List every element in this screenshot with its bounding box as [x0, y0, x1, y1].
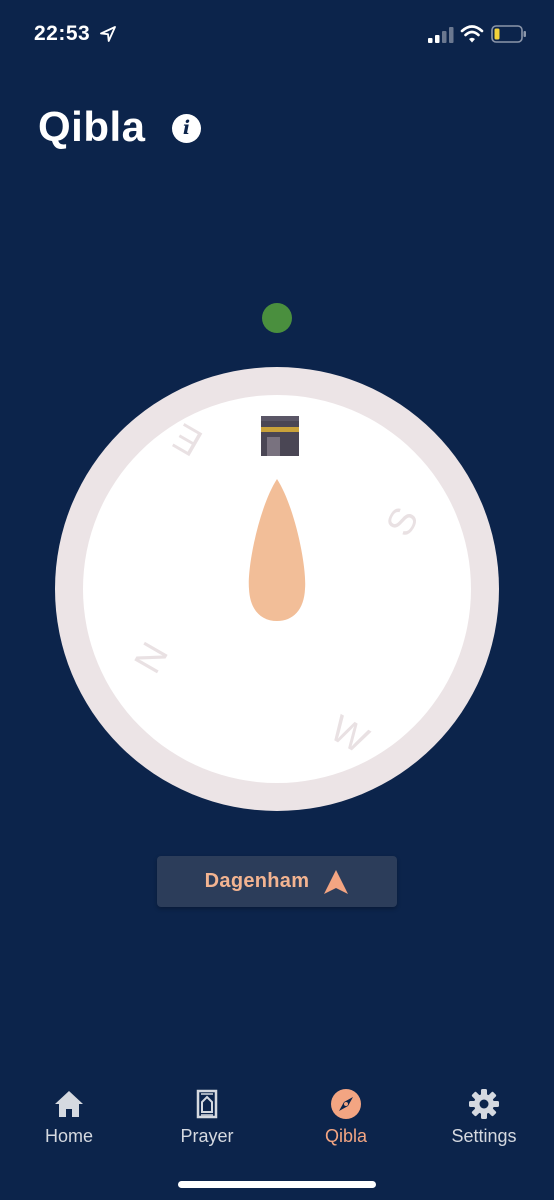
- compass-east-label: E: [167, 414, 210, 463]
- page-title: Qibla: [38, 103, 146, 150]
- location-button[interactable]: Dagenham: [157, 856, 397, 907]
- battery-low-icon: [491, 25, 526, 43]
- info-icon[interactable]: i: [172, 114, 201, 143]
- home-icon: [55, 1091, 83, 1117]
- gear-icon: [469, 1089, 499, 1119]
- tab-label: Home: [44, 1126, 93, 1146]
- location-arrow-icon: [100, 26, 116, 42]
- status-bar: 22:53: [0, 0, 554, 70]
- tab-label: Qibla: [324, 1126, 368, 1146]
- cellular-signal-icon: [428, 27, 454, 43]
- compass-north-label: N: [125, 635, 175, 680]
- wifi-icon: [460, 25, 484, 43]
- tab-home[interactable]: Home: [14, 1080, 124, 1147]
- tab-label: Settings: [451, 1126, 517, 1146]
- tab-prayer[interactable]: Prayer: [152, 1080, 262, 1147]
- compass-west-label: W: [323, 708, 375, 762]
- location-name: Dagenham: [204, 870, 310, 892]
- compass-south-label: S: [378, 501, 427, 544]
- status-time: 22:53: [34, 22, 91, 45]
- tab-qibla[interactable]: Qibla: [291, 1080, 401, 1147]
- prayer-mat-icon: [196, 1089, 218, 1119]
- tab-settings[interactable]: Settings: [429, 1080, 539, 1147]
- tab-label: Prayer: [180, 1126, 234, 1146]
- qibla-needle: [248, 479, 306, 621]
- kaaba-icon: [261, 416, 299, 456]
- home-indicator[interactable]: [178, 1181, 376, 1188]
- compass-icon: [331, 1089, 361, 1119]
- navigation-arrow-icon: [324, 869, 349, 894]
- alignment-indicator: [262, 303, 292, 333]
- compass: E S N W: [55, 367, 499, 811]
- compass-dial: E S N W: [125, 414, 428, 762]
